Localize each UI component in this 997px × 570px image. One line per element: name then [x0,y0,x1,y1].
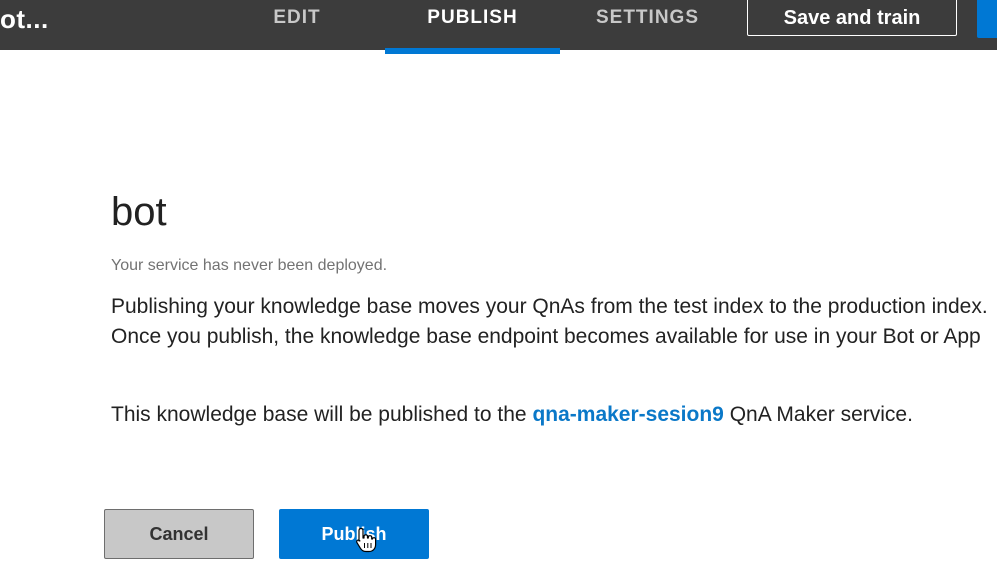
tab-settings[interactable]: SETTINGS [575,0,720,50]
publish-target-prefix: This knowledge base will be published to… [111,403,533,426]
top-navigation-bar: ot... EDIT PUBLISH SETTINGS Save and tra… [0,0,997,54]
service-name-link[interactable]: qna-maker-sesion9 [532,403,723,426]
tab-edit[interactable]: EDIT [247,0,347,50]
active-tab-indicator [385,48,560,54]
deployment-status: Your service has never been deployed. [111,257,388,274]
page-title: bot [111,190,167,234]
tab-publish[interactable]: PUBLISH [385,0,560,50]
save-and-train-button[interactable]: Save and train [747,0,957,36]
test-button-partial[interactable] [977,0,997,38]
publish-description: Publishing your knowledge base moves you… [111,295,988,348]
hand-pointer-icon [356,527,377,553]
publish-target-text: This knowledge base will be published to… [111,400,997,430]
knowledge-base-title[interactable]: ot... [0,4,49,35]
cancel-button[interactable]: Cancel [104,509,254,559]
publish-button[interactable]: Publish [279,509,429,559]
publish-target-suffix: QnA Maker service. [723,403,913,426]
